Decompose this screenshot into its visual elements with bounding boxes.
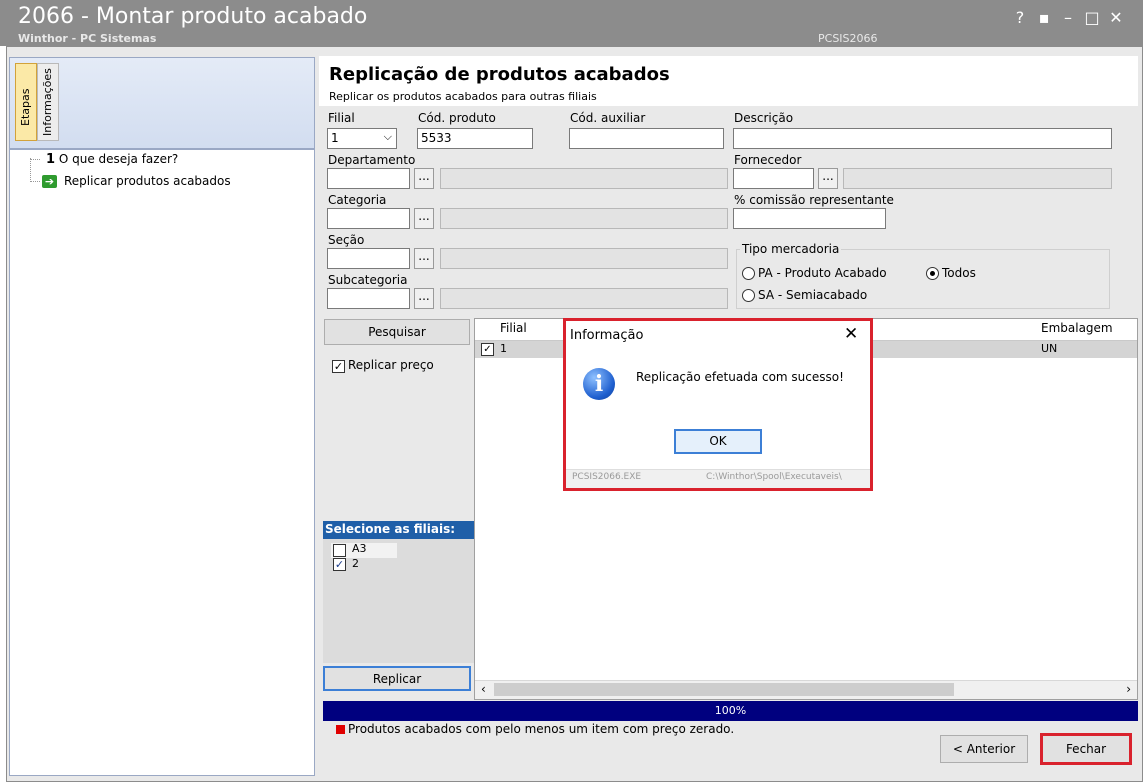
steps-tree: 1 O que deseja fazer? ➔ Replicar produto… — [9, 149, 315, 776]
departamento-code-input[interactable] — [327, 168, 410, 189]
scrollbar-thumb[interactable] — [494, 683, 954, 696]
categoria-lookup-button[interactable]: ... — [414, 208, 434, 229]
dialog-footer-exe: PCSIS2066.EXE — [572, 472, 642, 482]
secao-code-input[interactable] — [327, 248, 410, 269]
page-title: Replicação de produtos acabados — [329, 64, 670, 85]
tab-etapas[interactable]: Etapas — [15, 63, 37, 141]
legend-text: Produtos acabados com pelo menos um item… — [348, 722, 735, 736]
left-tab-strip: Etapas Informações — [9, 57, 315, 149]
filial-select-value: 1 — [331, 131, 339, 145]
filial-a3-checkbox[interactable] — [333, 544, 346, 557]
step-1-label: O que deseja fazer? — [58, 152, 179, 166]
ok-button[interactable]: OK — [674, 429, 762, 454]
fornecedor-lookup-button[interactable]: ... — [818, 168, 838, 189]
dialog-footer-path: C:\Winthor\Spool\Executaveis\ — [706, 472, 842, 482]
tipo-mercadoria-legend: Tipo mercadoria — [740, 242, 842, 256]
cod-auxiliar-label: Cód. auxiliar — [570, 111, 646, 125]
filial-label: Filial — [328, 111, 355, 125]
scroll-right-icon[interactable]: › — [1126, 682, 1131, 696]
anterior-button[interactable]: < Anterior — [940, 735, 1028, 763]
fornecedor-description — [843, 168, 1112, 189]
filiais-list: A3 ✓ 2 — [323, 539, 475, 663]
fornecedor-label: Fornecedor — [734, 153, 802, 167]
descricao-input[interactable] — [733, 128, 1112, 149]
replicar-preco-label[interactable]: Replicar preço — [348, 358, 434, 372]
tab-informacoes-label: Informações — [41, 68, 54, 136]
information-icon: i — [583, 368, 615, 400]
filial-2-checkbox[interactable]: ✓ — [333, 558, 346, 571]
help-icon[interactable]: ? — [1010, 8, 1030, 27]
departamento-description — [440, 168, 728, 189]
departamento-lookup-button[interactable]: ... — [414, 168, 434, 189]
current-step-arrow-icon: ➔ — [42, 175, 57, 188]
column-embalagem[interactable]: Embalagem — [1041, 321, 1113, 335]
restore-icon[interactable]: ▪ — [1034, 8, 1054, 27]
row-checkbox[interactable]: ✓ — [481, 343, 494, 356]
replicar-preco-checkbox[interactable]: ✓ — [332, 360, 345, 373]
step-2-label[interactable]: Replicar produtos acabados — [64, 174, 231, 188]
minimize-icon[interactable]: – — [1058, 8, 1078, 27]
comissao-label: % comissão representante — [734, 193, 894, 207]
page-subtitle: Replicar os produtos acabados para outra… — [329, 90, 597, 103]
radio-pa[interactable] — [742, 267, 755, 280]
categoria-code-input[interactable] — [327, 208, 410, 229]
fornecedor-code-input[interactable] — [733, 168, 814, 189]
subcategoria-code-input[interactable] — [327, 288, 410, 309]
row-embalagem: UN — [1041, 342, 1058, 355]
dialog-titlebar: Informação ✕ — [566, 321, 870, 351]
cod-auxiliar-input[interactable] — [569, 128, 724, 149]
progress-bar: 100% — [323, 701, 1138, 721]
step-1-number: 1 — [46, 152, 56, 167]
secao-lookup-button[interactable]: ... — [414, 248, 434, 269]
legend-swatch — [336, 725, 345, 734]
fechar-button[interactable]: Fechar — [1040, 733, 1132, 765]
maximize-icon[interactable]: □ — [1082, 8, 1102, 27]
radio-sa-label[interactable]: SA - Semiacabado — [758, 288, 867, 302]
comissao-input[interactable] — [733, 208, 886, 229]
subcategoria-lookup-button[interactable]: ... — [414, 288, 434, 309]
subcategoria-description — [440, 288, 728, 309]
descricao-label: Descrição — [734, 111, 794, 125]
radio-sa[interactable] — [742, 289, 755, 302]
secao-description — [440, 248, 728, 269]
cod-produto-input[interactable]: 5533 — [417, 128, 533, 149]
cod-produto-label: Cód. produto — [418, 111, 496, 125]
row-filial: 1 — [500, 342, 507, 355]
column-filial[interactable]: Filial — [500, 321, 527, 335]
radio-todos-label[interactable]: Todos — [942, 266, 976, 280]
window-title: 2066 - Montar produto acabado — [18, 4, 368, 29]
step-1[interactable]: 1 O que deseja fazer? — [46, 152, 178, 167]
dialog-title: Informação — [570, 328, 644, 343]
tab-etapas-label: Etapas — [19, 88, 32, 126]
program-code: PCSIS2066 — [818, 32, 878, 45]
subcategoria-label: Subcategoria — [328, 273, 408, 287]
categoria-label: Categoria — [328, 193, 387, 207]
scroll-left-icon[interactable]: ‹ — [481, 682, 486, 696]
radio-pa-label[interactable]: PA - Produto Acabado — [758, 266, 887, 280]
dialog-close-icon[interactable]: ✕ — [844, 324, 858, 344]
window-subtitle: Winthor - PC Sistemas — [18, 32, 157, 45]
dialog-message: Replicação efetuada com sucesso! — [636, 370, 844, 384]
filial-2-label[interactable]: 2 — [352, 557, 359, 570]
filial-a3-label[interactable]: A3 — [352, 542, 367, 555]
tab-informacoes[interactable]: Informações — [37, 63, 59, 141]
replicar-button[interactable]: Replicar — [323, 666, 471, 691]
chevron-down-icon: ⌵ — [383, 130, 392, 143]
filial-select[interactable]: 1 ⌵ — [327, 128, 397, 149]
departamento-label: Departamento — [328, 153, 416, 167]
dialog-footer: PCSIS2066.EXE C:\Winthor\Spool\Executave… — [566, 469, 870, 488]
secao-label: Seção — [328, 233, 365, 247]
categoria-description — [440, 208, 728, 229]
pesquisar-button[interactable]: Pesquisar — [324, 319, 470, 345]
close-window-icon[interactable]: ✕ — [1106, 8, 1126, 27]
radio-todos[interactable] — [926, 267, 939, 280]
filiais-header: Selecione as filiais: — [323, 521, 475, 539]
